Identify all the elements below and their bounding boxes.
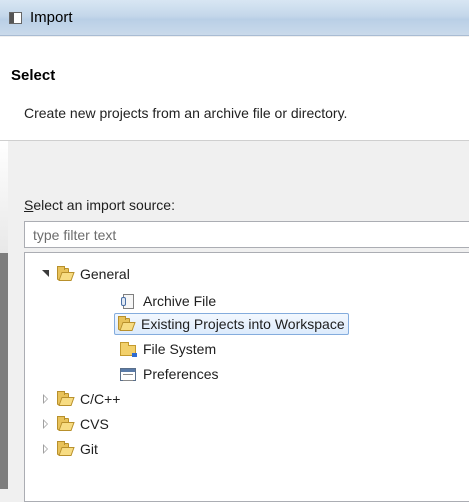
tree-item-label: C/C++ (80, 391, 121, 407)
tree-item-file-system[interactable]: File System (120, 338, 216, 360)
window-title: Import (30, 9, 73, 26)
folder-open-icon (57, 390, 75, 407)
expand-closed-icon[interactable] (41, 394, 51, 404)
tree-item-label: Archive File (143, 293, 217, 309)
window-icon (9, 12, 22, 24)
tree-item-label: Git (80, 441, 98, 457)
folder-open-icon (57, 440, 75, 457)
tree-item-label: Preferences (143, 366, 219, 382)
left-edge-highlight (0, 141, 8, 253)
wizard-header: Select Create new projects from an archi… (0, 37, 469, 141)
tree-item-general[interactable]: General (41, 263, 130, 285)
tree-item-label: CVS (80, 416, 109, 432)
tree-item-cpp[interactable]: C/C++ (41, 388, 120, 410)
import-source-label: Select an import source: (24, 197, 175, 213)
folder-open-icon (57, 415, 75, 432)
projects-folder-icon (118, 315, 136, 332)
tree-item-cvs[interactable]: CVS (41, 413, 109, 435)
page-description: Create new projects from an archive file… (24, 105, 348, 121)
tree-item-git[interactable]: Git (41, 438, 98, 460)
tree-item-existing-projects[interactable]: Existing Projects into Workspace (114, 313, 349, 335)
expand-closed-icon[interactable] (41, 419, 51, 429)
folder-open-icon (57, 265, 75, 282)
tree-item-archive-file[interactable]: Archive File (120, 290, 216, 312)
import-source-tree[interactable]: General Archive File Existing Projects i… (24, 252, 469, 502)
filter-input[interactable] (24, 221, 469, 248)
expand-closed-icon[interactable] (41, 444, 51, 454)
tree-item-label: Existing Projects into Workspace (141, 316, 345, 332)
tree-item-label: General (80, 266, 130, 282)
expand-open-icon[interactable] (41, 269, 51, 279)
preferences-icon (120, 367, 137, 382)
archive-file-icon (120, 293, 137, 309)
accelerator-letter: S (24, 197, 34, 213)
import-source-label-text: elect an import source: (33, 197, 175, 213)
folder-icon (120, 341, 137, 357)
tree-item-preferences[interactable]: Preferences (120, 363, 218, 385)
tree-item-label: File System (143, 341, 217, 357)
page-title: Select (11, 67, 56, 84)
title-bar[interactable]: Import (0, 0, 469, 36)
